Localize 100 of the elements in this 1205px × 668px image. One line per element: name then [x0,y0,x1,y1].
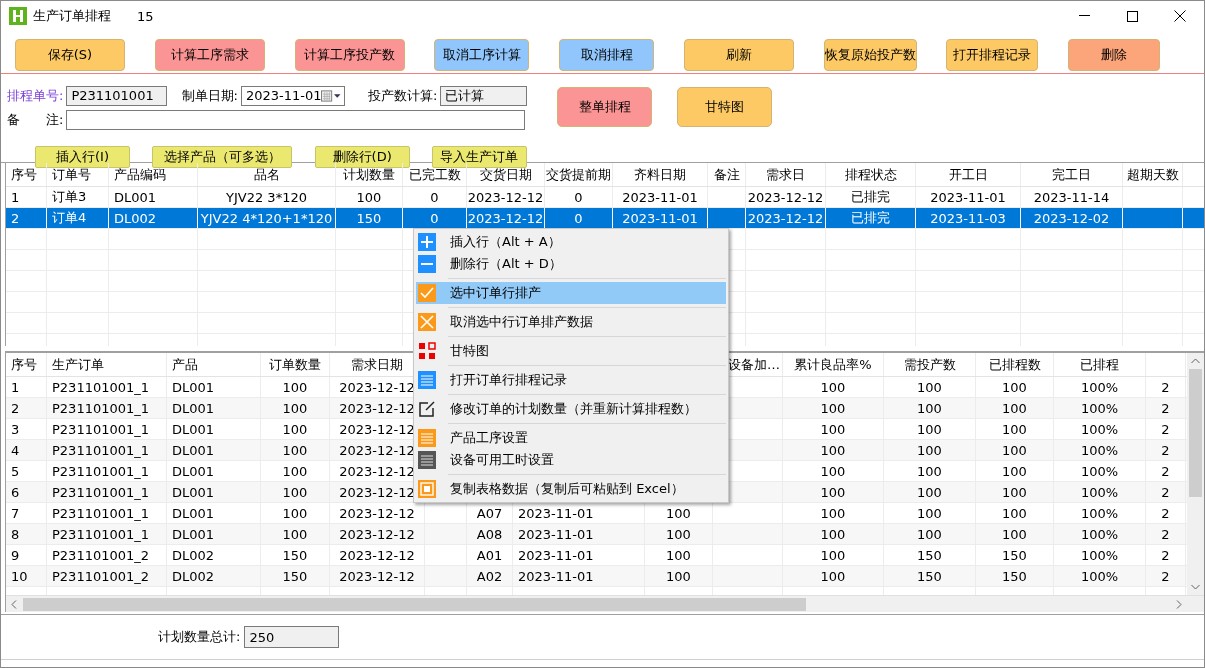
column-header[interactable]: 生产订单 [47,353,167,376]
row-action-button[interactable]: 导入生产订单 [432,146,527,168]
scroll-right-icon[interactable] [1176,600,1182,609]
column-header[interactable]: 产品 [167,353,261,376]
table-cell: DL002 [109,208,198,228]
table-cell: 5 [6,461,47,481]
column-header[interactable]: 产品编码 [109,163,198,186]
row-action-button[interactable]: 插入行(I) [35,146,130,168]
scroll-up-icon[interactable] [1191,358,1200,364]
table-cell: 100 [336,187,403,207]
column-header[interactable]: 序号 [6,163,47,186]
column-header[interactable]: 齐料日期 [613,163,708,186]
date-picker[interactable]: 2023-11-01 [240,86,345,106]
toolbar-button[interactable]: 保存(S) [15,39,125,71]
toolbar-button[interactable]: 打开排程记录 [946,39,1039,71]
column-header[interactable]: 需求日 [746,163,826,186]
field-label: 备 注: [7,111,64,129]
table-cell: DL001 [167,440,261,460]
column-header[interactable]: 开工日 [916,163,1021,186]
table-cell: 1 [6,187,47,207]
remark-field[interactable] [66,110,526,130]
table-cell: 150 [261,545,330,565]
table-cell: 7 [6,503,47,523]
menu-item[interactable]: 删除行（Alt + D） [416,253,726,275]
vertical-scrollbar[interactable] [1187,353,1204,596]
grid-squares-icon [418,342,436,360]
table-cell: P231101001_1 [47,398,167,418]
action-button[interactable]: 甘特图 [677,87,772,127]
column-header[interactable]: 备注 [708,163,746,186]
table-cell: 2023-12-12 [330,566,425,586]
list-icon [418,451,436,469]
column-header[interactable]: 订单数量 [261,353,330,376]
table-cell: 100 [783,419,884,439]
table-cell: 100 [783,503,884,523]
toolbar-button[interactable]: 恢复原始投产数 [823,39,917,71]
table-cell: 100 [261,419,330,439]
table-cell: DL001 [167,398,261,418]
close-icon[interactable] [1174,10,1186,22]
maximize-icon[interactable] [1126,10,1138,22]
schedule-number-field[interactable]: P231101001 [66,86,167,106]
table-cell: 100% [1054,419,1146,439]
menu-item[interactable]: 取消选中行订单排产数据 [416,311,726,333]
table-cell: 已排完 [826,187,916,207]
toolbar-button[interactable]: 计算工序需求 [154,39,265,71]
column-header[interactable]: 完工日 [1021,163,1123,186]
table-cell: 100 [976,524,1054,544]
table-cell: 150 [261,566,330,586]
table-cell: 2023-12-12 [330,545,425,565]
column-header[interactable]: 需投产数 [884,353,976,376]
table-row[interactable]: 2 订单4 DL002 YJV22 4*120+1*120 150 0 2023-12-12 0 2023-11-01 2023-12-12 已排完 2023-11-03 2023-12-02 [6,208,1204,229]
column-header[interactable]: 超期天数 [1123,163,1183,186]
column-header[interactable]: 序号 [6,353,47,376]
table-cell: 100% [1054,461,1146,481]
table-cell: 100 [976,482,1054,502]
table-cell: 2 [1146,377,1186,397]
row-action-button[interactable]: 选择产品（可多选） [152,146,293,168]
action-button[interactable]: 整单排程 [557,87,652,127]
column-header[interactable]: 品名 [198,163,336,186]
toolbar-button[interactable]: 删除 [1068,39,1160,71]
minus-icon [418,255,436,273]
table-cell: 2023-11-01 [513,524,645,544]
list-icon [418,371,436,389]
row-action-button[interactable]: 删除行(D) [314,146,410,168]
horizontal-scrollbar[interactable] [6,595,1204,612]
toolbar-button[interactable]: 取消工序计算 [434,39,530,71]
column-header[interactable]: 已排程数 [976,353,1054,376]
column-header[interactable]: 订单号 [47,163,109,186]
table-cell: 2023-11-01 [613,187,708,207]
field-label: 计划数量总计: [158,628,241,646]
column-header[interactable]: 已排程 [1054,353,1146,376]
column-header[interactable]: 累计良品率% [783,353,884,376]
menu-item[interactable]: 选中订单行排产 [416,282,726,304]
table-cell: 100 [261,503,330,523]
table-cell: 已排完 [826,208,916,228]
table-cell: 100 [783,440,884,460]
table-cell: 2 [1146,524,1186,544]
table-cell: 100 [884,503,976,523]
menu-item[interactable]: 插入行（Alt + A） [416,231,726,253]
column-header[interactable]: 排程状态 [826,163,916,186]
table-cell: P231101001_1 [47,419,167,439]
table-cell: 100 [884,524,976,544]
table-cell: A01 [467,545,513,565]
menu-item-label: 删除行（Alt + D） [450,255,562,273]
table-cell: 0 [545,187,613,207]
scroll-left-icon[interactable] [11,600,17,609]
column-header[interactable]: 交货日期 [467,163,545,186]
menu-item-label: 产品工序设置 [450,429,528,447]
column-header[interactable]: 计划数量 [336,163,403,186]
toolbar-button[interactable]: 计算工序投产数 [294,39,405,71]
toolbar-button[interactable]: 取消排程 [559,39,654,71]
scroll-down-icon[interactable] [1191,584,1200,590]
column-header[interactable]: 已完工数 [403,163,467,186]
table-cell: DL002 [167,566,261,586]
table-cell: YJV22 4*120+1*120 [198,208,336,228]
minimize-icon[interactable] [1078,15,1090,17]
toolbar-button[interactable]: 刷新 [683,39,794,71]
table-cell: 100% [1054,398,1146,418]
table-cell: YJV22 3*120 [198,187,336,207]
column-header[interactable]: 交货提前期 [545,163,613,186]
table-cell: P231101001_1 [47,377,167,397]
